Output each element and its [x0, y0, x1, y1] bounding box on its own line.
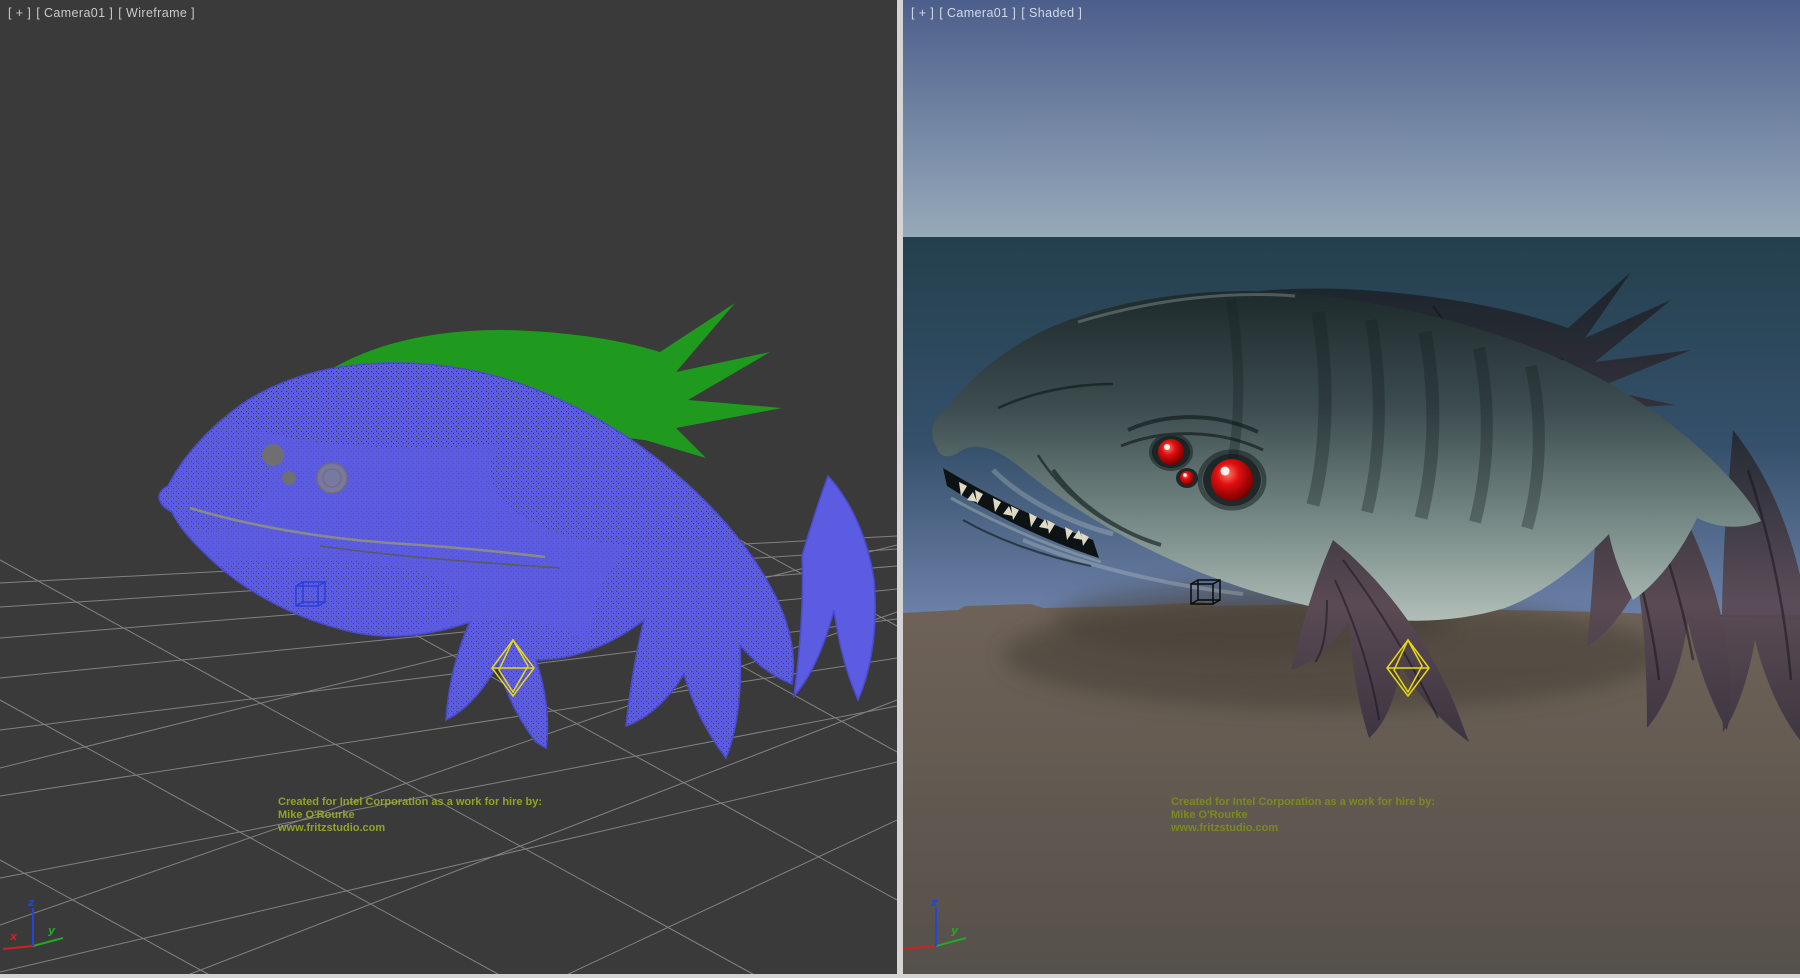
viewport-splitter-vertical[interactable] [897, 0, 903, 978]
viewport-shaded: y z [ + ] [ Camera01 ] [ Shaded ] Create… [903, 0, 1800, 978]
viewport-general-menu[interactable]: [ + ] [911, 6, 934, 20]
fish-eye-large [1211, 459, 1253, 501]
viewport-splitter-horizontal[interactable] [0, 974, 1800, 978]
watermark-line: Created for Intel Corporation as a work … [1171, 796, 1435, 809]
viewport-pov-menu[interactable]: [ Camera01 ] [939, 6, 1016, 20]
fish-eye-small [1180, 471, 1194, 485]
fish-model-wireframe[interactable] [140, 303, 875, 780]
watermark-line: Mike O'Rourke [1171, 809, 1435, 822]
fish-eye-wire-small [282, 471, 296, 485]
watermark-line: www.fritzstudio.com [1171, 822, 1435, 835]
watermark-line: Mike O'Rourke [278, 809, 542, 822]
max-viewport-area: x y z [ + ] [ Camera01 ] [ Wireframe ] C… [0, 0, 1800, 978]
viewport-general-menu[interactable]: [ + ] [8, 6, 31, 20]
axis-z-label: z [930, 896, 938, 909]
viewport-shading-menu[interactable]: [ Shaded ] [1021, 6, 1082, 20]
watermark-line: www.fritzstudio.com [278, 822, 542, 835]
watermark-line: Created for Intel Corporation as a work … [278, 796, 542, 809]
viewport-label-left: [ + ] [ Camera01 ] [ Wireframe ] [8, 6, 195, 20]
axis-y-label: y [951, 924, 959, 937]
fish-eye-wire-large [262, 444, 284, 466]
viewport-label-right: [ + ] [ Camera01 ] [ Shaded ] [911, 6, 1082, 20]
viewport-shading-menu[interactable]: [ Wireframe ] [118, 6, 195, 20]
viewport-pov-menu[interactable]: [ Camera01 ] [36, 6, 113, 20]
artist-watermark: Created for Intel Corporation as a work … [278, 796, 542, 835]
viewport-wireframe: x y z [ + ] [ Camera01 ] [ Wireframe ] C… [0, 0, 897, 978]
axis-y-label: y [48, 924, 56, 937]
sky-background [903, 0, 1800, 237]
fish-eye-medium [1158, 439, 1184, 465]
artist-watermark: Created for Intel Corporation as a work … [1171, 796, 1435, 835]
axis-z-label: z [27, 896, 35, 909]
fish-eye-wire-sphere [317, 463, 347, 493]
fish-tail-fin-wire[interactable] [794, 476, 875, 700]
axis-x-label: x [9, 930, 18, 943]
world-axis-tripod: x y z [3, 896, 63, 949]
wireframe-stipple-texture [140, 352, 850, 780]
